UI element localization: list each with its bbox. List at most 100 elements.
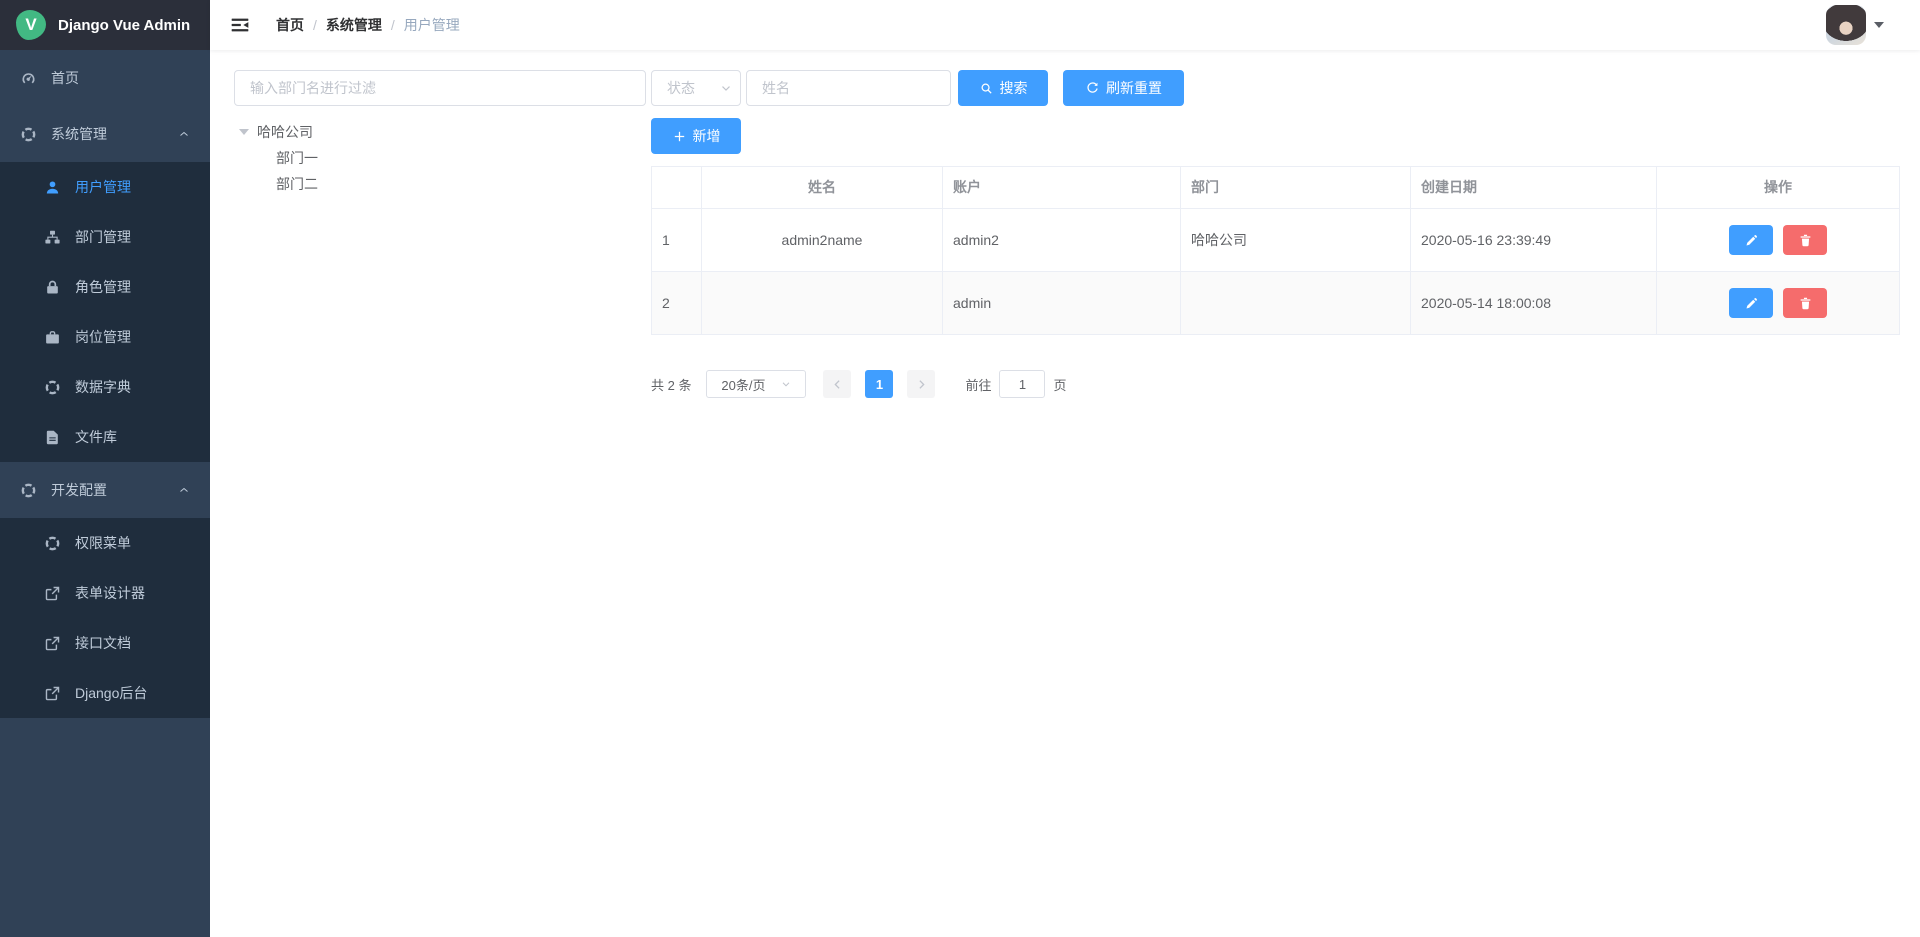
- sidebar-item-api-doc[interactable]: 接口文档: [0, 618, 210, 668]
- sidebar-item-label: 文件库: [75, 427, 117, 447]
- column-header-account: 账户: [943, 167, 1181, 209]
- edit-row-button[interactable]: [1729, 288, 1773, 318]
- sidebar-item-post-mgmt[interactable]: 岗位管理: [0, 312, 210, 362]
- next-page-button[interactable]: [907, 370, 935, 398]
- page-size-select[interactable]: 20条/页: [706, 370, 806, 398]
- logo-letter: V: [25, 15, 36, 35]
- sidebar-item-data-dict[interactable]: 数据字典: [0, 362, 210, 412]
- sidebar-item-role-mgmt[interactable]: 角色管理: [0, 262, 210, 312]
- main-area: 首页 / 系统管理 / 用户管理 哈哈公司: [210, 0, 1920, 937]
- avatar[interactable]: [1826, 5, 1866, 45]
- trash-icon: [1798, 233, 1813, 248]
- name-filter-input[interactable]: [746, 70, 951, 106]
- sidebar: V Django Vue Admin 首页 系统管理: [0, 0, 210, 937]
- search-button[interactable]: 搜索: [958, 70, 1048, 106]
- column-header-index: [652, 167, 702, 209]
- sidebar-collapse-button[interactable]: [220, 0, 260, 50]
- column-header-dept: 部门: [1181, 167, 1411, 209]
- tree-node-root[interactable]: 哈哈公司: [234, 119, 646, 145]
- chevron-right-icon: [915, 378, 928, 391]
- page-content: 哈哈公司 部门一 部门二: [210, 50, 1920, 937]
- status-select[interactable]: [651, 70, 741, 106]
- tree-node-label: 哈哈公司: [257, 122, 313, 142]
- department-filter-input[interactable]: [234, 70, 646, 106]
- goto-page-suffix: 页: [1053, 375, 1066, 394]
- tree-expand-icon[interactable]: [239, 129, 249, 135]
- table-row: 1 admin2name admin2 哈哈公司 2020-05-16 23:3…: [652, 209, 1900, 272]
- delete-row-button[interactable]: [1783, 225, 1827, 255]
- app-logo[interactable]: V Django Vue Admin: [0, 0, 210, 50]
- department-panel: 哈哈公司 部门一 部门二: [234, 70, 646, 197]
- delete-row-button[interactable]: [1783, 288, 1827, 318]
- compass-icon: [44, 535, 61, 552]
- breadcrumb: 首页 / 系统管理 / 用户管理: [276, 15, 460, 35]
- edit-row-button[interactable]: [1729, 225, 1773, 255]
- sidebar-group-system[interactable]: 系统管理: [0, 106, 210, 162]
- pagination: 共 2 条 20条/页 1 前往: [651, 370, 1900, 398]
- app-title: Django Vue Admin: [58, 17, 190, 34]
- sidebar-item-label: 首页: [51, 68, 79, 88]
- lock-icon: [44, 279, 61, 296]
- tree-node-child[interactable]: 部门二: [234, 171, 646, 197]
- tree-node-child[interactable]: 部门一: [234, 145, 646, 171]
- column-header-ops: 操作: [1657, 167, 1900, 209]
- users-table: 姓名 账户 部门 创建日期 操作 1 admin2name admin2 哈哈公: [651, 166, 1900, 335]
- magnifier-icon: [979, 81, 994, 96]
- chevron-down-icon: [780, 378, 792, 390]
- cell-index: 2: [652, 272, 702, 335]
- sidebar-group-label: 系统管理: [51, 124, 107, 144]
- sidebar-item-label: 接口文档: [75, 633, 131, 653]
- page-number-button[interactable]: 1: [865, 370, 893, 398]
- refresh-icon: [1085, 81, 1100, 96]
- pencil-icon: [1744, 296, 1759, 311]
- refresh-reset-button-label: 刷新重置: [1106, 78, 1162, 98]
- app-root: V Django Vue Admin 首页 系统管理: [0, 0, 1920, 937]
- sidebar-item-file-lib[interactable]: 文件库: [0, 412, 210, 462]
- org-tree-icon: [44, 229, 61, 246]
- sidebar-menu: 首页 系统管理 用户管理: [0, 50, 210, 718]
- chevron-up-icon: [178, 484, 190, 496]
- sidebar-item-label: 部门管理: [75, 227, 131, 247]
- sidebar-item-form-designer[interactable]: 表单设计器: [0, 568, 210, 618]
- breadcrumb-system[interactable]: 系统管理: [326, 15, 382, 35]
- breadcrumb-home[interactable]: 首页: [276, 15, 304, 35]
- table-row: 2 admin 2020-05-14 18:00:08: [652, 272, 1900, 335]
- previous-page-button[interactable]: [823, 370, 851, 398]
- sidebar-item-home[interactable]: 首页: [0, 50, 210, 106]
- cell-account: admin: [943, 272, 1181, 335]
- cell-account: admin2: [943, 209, 1181, 272]
- topbar: 首页 / 系统管理 / 用户管理: [210, 0, 1920, 50]
- user-panel: 搜索 刷新重置 新增: [651, 70, 1900, 398]
- goto-page-input[interactable]: [999, 370, 1045, 398]
- external-link-icon: [44, 685, 61, 702]
- name-filter: [746, 70, 951, 106]
- user-icon: [44, 179, 61, 196]
- compass-icon: [44, 379, 61, 396]
- cell-ops: [1657, 209, 1900, 272]
- cell-created: 2020-05-16 23:39:49: [1411, 209, 1657, 272]
- add-user-button[interactable]: 新增: [651, 118, 741, 154]
- user-menu[interactable]: [1826, 5, 1884, 45]
- page-size-value: 20条/页: [721, 375, 765, 394]
- sidebar-item-dept-mgmt[interactable]: 部门管理: [0, 212, 210, 262]
- caret-down-icon: [1874, 22, 1884, 28]
- sidebar-group-dev[interactable]: 开发配置: [0, 462, 210, 518]
- filter-bar: 搜索 刷新重置: [651, 70, 1900, 106]
- breadcrumb-separator: /: [313, 17, 317, 33]
- sidebar-item-django-admin[interactable]: Django后台: [0, 668, 210, 718]
- sidebar-item-label: 表单设计器: [75, 583, 145, 603]
- cell-dept: [1181, 272, 1411, 335]
- search-button-label: 搜索: [1000, 78, 1028, 98]
- sidebar-group-label: 开发配置: [51, 480, 107, 500]
- tree-node-label: 部门一: [276, 148, 318, 168]
- chevron-left-icon: [831, 378, 844, 391]
- sidebar-submenu-dev: 权限菜单 表单设计器 接口文档: [0, 518, 210, 718]
- pagination-total: 共 2 条: [651, 375, 691, 394]
- refresh-reset-button[interactable]: 刷新重置: [1063, 70, 1184, 106]
- breadcrumb-current: 用户管理: [404, 15, 460, 35]
- cell-name: [702, 272, 943, 335]
- status-select-input[interactable]: [651, 70, 741, 106]
- sidebar-item-perm-menu[interactable]: 权限菜单: [0, 518, 210, 568]
- add-user-button-label: 新增: [693, 126, 721, 146]
- sidebar-item-user-mgmt[interactable]: 用户管理: [0, 162, 210, 212]
